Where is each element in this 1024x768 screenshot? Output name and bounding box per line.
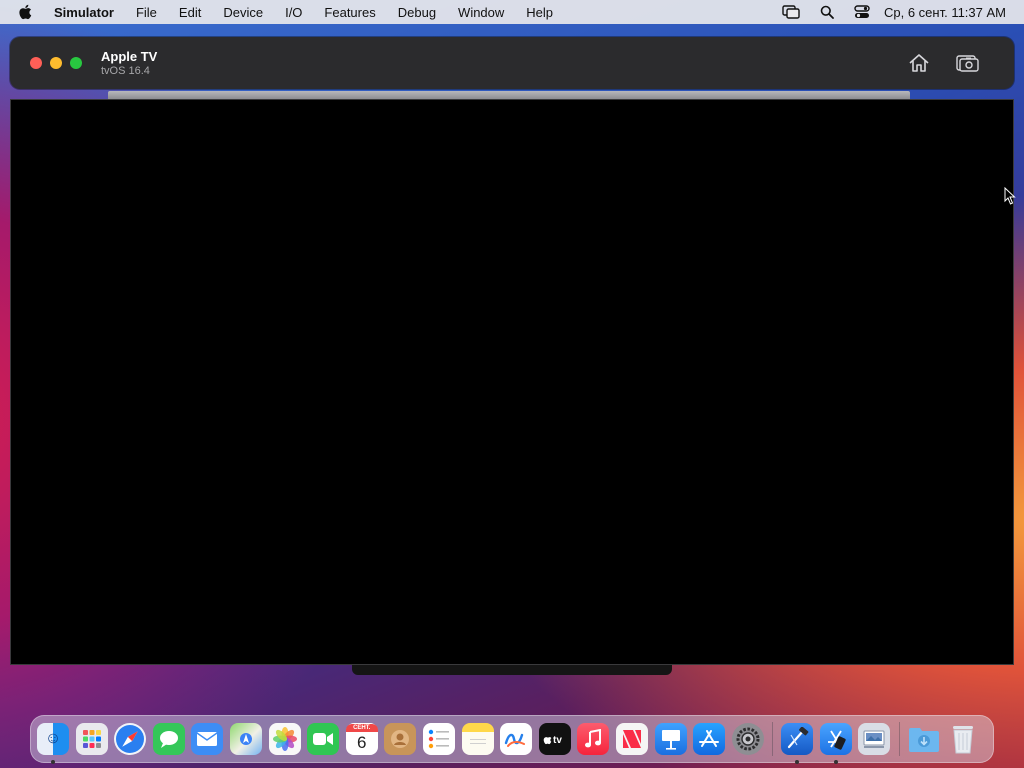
- dock-separator: [899, 722, 901, 756]
- music-icon: [585, 729, 602, 748]
- menu-window[interactable]: Window: [458, 5, 504, 20]
- dock-messages[interactable]: [152, 723, 185, 755]
- dock-trash[interactable]: [947, 723, 979, 755]
- finder-icon: ☺: [44, 730, 62, 747]
- mail-icon: [196, 732, 218, 746]
- menu-io[interactable]: I/O: [285, 5, 302, 20]
- menu-device[interactable]: Device: [223, 5, 263, 20]
- spotlight-search-icon[interactable]: [820, 5, 834, 19]
- menu-help[interactable]: Help: [526, 5, 553, 20]
- freeform-icon: [504, 733, 526, 747]
- window-title: Apple TV: [101, 49, 158, 64]
- menu-app-name[interactable]: Simulator: [54, 5, 114, 20]
- maps-icon: [239, 733, 252, 745]
- tv-screen[interactable]: [10, 99, 1014, 665]
- minimize-window-button[interactable]: [50, 57, 62, 69]
- dock-contacts[interactable]: [384, 723, 417, 755]
- dock-separator: [772, 722, 774, 756]
- menu-debug[interactable]: Debug: [398, 5, 436, 20]
- messages-icon: [159, 731, 178, 748]
- dock-photos[interactable]: [268, 723, 301, 755]
- dock-mail[interactable]: [191, 723, 224, 755]
- gear-icon: [736, 727, 760, 751]
- dock-keynote[interactable]: [654, 723, 687, 755]
- menu-bar: Simulator File Edit Device I/O Features …: [0, 0, 1024, 24]
- menu-clock[interactable]: Ср, 6 сент. 11:37 AM: [884, 5, 1006, 20]
- dock-freeform[interactable]: [500, 723, 533, 755]
- launchpad-icon: [82, 730, 101, 748]
- tv-stand: [352, 665, 672, 675]
- dock-launchpad[interactable]: [75, 723, 108, 755]
- dock-maps[interactable]: [229, 723, 262, 755]
- dock-app-store[interactable]: [693, 723, 726, 755]
- running-indicator: [795, 760, 800, 764]
- dock: ☺ СЕНТ. 6 tv: [30, 715, 994, 764]
- dock-system-settings[interactable]: [731, 723, 764, 755]
- close-window-button[interactable]: [30, 57, 42, 69]
- screenshot-icon: [956, 55, 979, 72]
- dock-xcode[interactable]: [781, 723, 814, 764]
- tv-bezel-top: [108, 91, 910, 99]
- dock-calendar[interactable]: СЕНТ. 6: [345, 723, 378, 755]
- dock-music[interactable]: [577, 723, 610, 755]
- calendar-month: СЕНТ.: [345, 724, 378, 732]
- menu-features[interactable]: Features: [324, 5, 375, 20]
- menu-file[interactable]: File: [136, 5, 157, 20]
- home-icon: [909, 54, 929, 72]
- apple-menu-icon[interactable]: [18, 4, 36, 20]
- control-center-icon[interactable]: [854, 5, 870, 19]
- preview-icon: [863, 730, 885, 748]
- home-button[interactable]: [907, 51, 931, 75]
- window-subtitle: tvOS 16.4: [101, 65, 150, 77]
- dock-facetime[interactable]: [307, 723, 340, 755]
- trash-icon: [952, 726, 973, 754]
- menu-edit[interactable]: Edit: [179, 5, 201, 20]
- running-indicator: [833, 760, 838, 764]
- dock-notes[interactable]: [461, 723, 494, 755]
- dock-simulator[interactable]: [819, 723, 852, 764]
- screen-mirroring-icon[interactable]: [782, 5, 800, 19]
- facetime-icon: [313, 733, 334, 745]
- dock-reminders[interactable]: [422, 723, 455, 755]
- dock-tv[interactable]: tv: [538, 723, 571, 755]
- photos-icon: [272, 727, 297, 751]
- svg-text:tv: tv: [553, 735, 562, 746]
- news-icon: [622, 730, 641, 748]
- reminders-icon: [428, 729, 449, 749]
- dock-news[interactable]: [615, 723, 648, 755]
- xcode-icon: [788, 727, 809, 749]
- contacts-icon: [391, 730, 410, 748]
- notes-icon: [469, 739, 486, 744]
- dock-preview[interactable]: [858, 723, 891, 755]
- keynote-icon: [661, 730, 680, 750]
- dock-downloads-folder[interactable]: [908, 723, 940, 755]
- calendar-day: 6: [357, 733, 367, 752]
- running-indicator: [51, 760, 55, 764]
- app-store-icon: [699, 730, 720, 747]
- simulator-window: Apple TV tvOS 16.4: [10, 37, 1014, 675]
- dock-safari[interactable]: [114, 723, 147, 755]
- apple-tv-icon: tv: [543, 735, 562, 746]
- downloads-folder-icon: [909, 728, 940, 752]
- safari-icon: [116, 725, 145, 753]
- zoom-window-button[interactable]: [70, 57, 82, 69]
- simulator-icon: [827, 730, 846, 750]
- window-titlebar[interactable]: Apple TV tvOS 16.4: [10, 37, 1014, 89]
- screenshot-button[interactable]: [956, 51, 980, 75]
- mouse-cursor-icon: [1004, 186, 1016, 210]
- dock-finder[interactable]: ☺: [37, 723, 69, 764]
